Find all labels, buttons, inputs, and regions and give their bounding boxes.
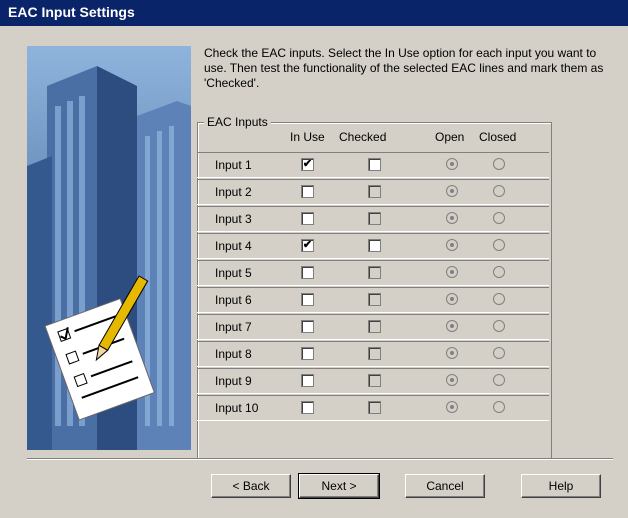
in-use-checkbox[interactable] bbox=[301, 320, 314, 333]
inputs-list: Input 1 ✔ Input 2 Input 3 Input 4 ✔ Input 5 Inp… bbox=[197, 152, 549, 422]
input-label: Input 2 bbox=[215, 185, 252, 199]
radio-dot bbox=[450, 297, 454, 301]
radio-dot bbox=[450, 270, 454, 274]
wizard-illustration bbox=[27, 46, 191, 450]
in-use-checkbox[interactable]: ✔ bbox=[301, 239, 314, 252]
column-header-in-use: In Use bbox=[290, 130, 325, 144]
input-row: Input 1 ✔ bbox=[197, 152, 549, 178]
checked-checkbox[interactable] bbox=[368, 401, 381, 414]
input-label: Input 10 bbox=[215, 401, 259, 415]
group-label: EAC Inputs bbox=[204, 115, 271, 129]
input-label: Input 7 bbox=[215, 320, 252, 334]
input-label: Input 4 bbox=[215, 239, 252, 253]
column-header-open: Open bbox=[435, 130, 465, 144]
radio-dot bbox=[450, 216, 454, 220]
closed-radio[interactable] bbox=[493, 239, 505, 251]
open-radio[interactable] bbox=[446, 266, 458, 278]
input-row: Input 8 bbox=[197, 341, 549, 367]
input-label: Input 9 bbox=[215, 374, 252, 388]
checked-checkbox[interactable] bbox=[368, 158, 381, 171]
checked-checkbox[interactable] bbox=[368, 320, 381, 333]
closed-radio[interactable] bbox=[493, 185, 505, 197]
radio-dot bbox=[450, 162, 454, 166]
next-button[interactable]: Next > bbox=[298, 473, 380, 499]
radio-dot bbox=[450, 189, 454, 193]
closed-radio[interactable] bbox=[493, 293, 505, 305]
open-radio[interactable] bbox=[446, 347, 458, 359]
input-row: Input 4 ✔ bbox=[197, 233, 549, 259]
closed-radio[interactable] bbox=[493, 158, 505, 170]
in-use-checkbox[interactable] bbox=[301, 347, 314, 360]
checked-checkbox[interactable] bbox=[368, 239, 381, 252]
in-use-checkbox[interactable] bbox=[301, 212, 314, 225]
open-radio[interactable] bbox=[446, 374, 458, 386]
in-use-checkbox[interactable] bbox=[301, 374, 314, 387]
closed-radio[interactable] bbox=[493, 266, 505, 278]
input-label: Input 5 bbox=[215, 266, 252, 280]
column-header-closed: Closed bbox=[479, 130, 517, 144]
checked-checkbox[interactable] bbox=[368, 185, 381, 198]
dialog-body: Check the EAC inputs. Select the In Use … bbox=[7, 26, 621, 510]
in-use-checkbox[interactable] bbox=[301, 401, 314, 414]
back-button[interactable]: < Back bbox=[211, 474, 291, 498]
help-button[interactable]: Help bbox=[521, 474, 601, 498]
checked-checkbox[interactable] bbox=[368, 293, 381, 306]
input-row: Input 9 bbox=[197, 368, 549, 394]
input-row: Input 10 bbox=[197, 395, 549, 421]
open-radio[interactable] bbox=[446, 239, 458, 251]
input-label: Input 1 bbox=[215, 158, 252, 172]
input-row: Input 3 bbox=[197, 206, 549, 232]
radio-dot bbox=[450, 243, 454, 247]
checked-checkbox[interactable] bbox=[368, 347, 381, 360]
input-row: Input 5 bbox=[197, 260, 549, 286]
in-use-checkbox[interactable] bbox=[301, 293, 314, 306]
open-radio[interactable] bbox=[446, 158, 458, 170]
closed-radio[interactable] bbox=[493, 320, 505, 332]
open-radio[interactable] bbox=[446, 293, 458, 305]
city-checklist-image bbox=[27, 46, 191, 450]
open-radio[interactable] bbox=[446, 401, 458, 413]
input-label: Input 3 bbox=[215, 212, 252, 226]
input-row: Input 2 bbox=[197, 179, 549, 205]
open-radio[interactable] bbox=[446, 185, 458, 197]
title-bar: EAC Input Settings bbox=[0, 0, 628, 26]
open-radio[interactable] bbox=[446, 212, 458, 224]
checked-checkbox[interactable] bbox=[368, 212, 381, 225]
input-label: Input 6 bbox=[215, 293, 252, 307]
in-use-checkbox[interactable]: ✔ bbox=[301, 158, 314, 171]
input-row: Input 6 bbox=[197, 287, 549, 313]
cancel-button[interactable]: Cancel bbox=[405, 474, 485, 498]
closed-radio[interactable] bbox=[493, 401, 505, 413]
radio-dot bbox=[450, 378, 454, 382]
checked-checkbox[interactable] bbox=[368, 374, 381, 387]
column-header-checked: Checked bbox=[339, 130, 387, 144]
radio-dot bbox=[450, 405, 454, 409]
closed-radio[interactable] bbox=[493, 374, 505, 386]
in-use-checkbox[interactable] bbox=[301, 266, 314, 279]
checked-checkbox[interactable] bbox=[368, 266, 381, 279]
closed-radio[interactable] bbox=[493, 212, 505, 224]
separator bbox=[27, 458, 613, 460]
open-radio[interactable] bbox=[446, 320, 458, 332]
instructions-text: Check the EAC inputs. Select the In Use … bbox=[204, 46, 604, 90]
radio-dot bbox=[450, 351, 454, 355]
input-row: Input 7 bbox=[197, 314, 549, 340]
closed-radio[interactable] bbox=[493, 347, 505, 359]
window-title: EAC Input Settings bbox=[8, 4, 135, 20]
input-label: Input 8 bbox=[215, 347, 252, 361]
in-use-checkbox[interactable] bbox=[301, 185, 314, 198]
radio-dot bbox=[450, 324, 454, 328]
